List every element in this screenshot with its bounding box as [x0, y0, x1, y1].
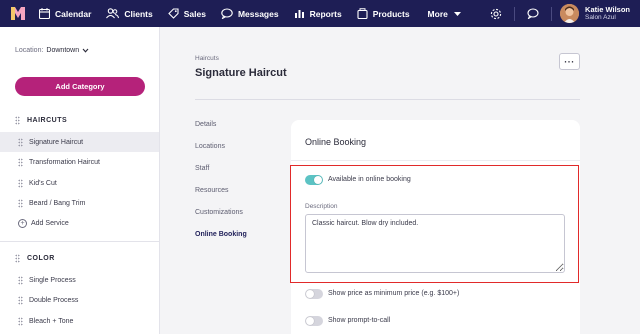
box-icon	[357, 8, 368, 19]
gear-icon	[490, 8, 502, 19]
service-item-single-process[interactable]: Single Process	[0, 270, 159, 290]
location-value: Downtown	[46, 47, 80, 54]
available-online-label: Available in online booking	[328, 176, 411, 183]
category-header-haircuts[interactable]: HAIRCUTS	[15, 116, 67, 125]
user-org: Salon Azul	[585, 14, 616, 21]
plus-circle-icon: +	[18, 219, 27, 228]
nav-products[interactable]: Products	[357, 8, 410, 19]
tag-icon	[167, 8, 179, 19]
subnav-staff[interactable]: Staff	[195, 165, 209, 172]
top-nav: Calendar Clients Sales Messages Reports …	[0, 0, 640, 27]
service-item-transformation-haircut[interactable]: Transformation Haircut	[0, 152, 159, 172]
nav-reports[interactable]: Reports	[294, 8, 342, 19]
drag-handle-icon[interactable]	[18, 178, 23, 188]
drag-handle-icon[interactable]	[18, 275, 23, 285]
category-name: COLOR	[27, 255, 55, 262]
available-online-toggle[interactable]	[305, 175, 323, 185]
drag-handle-icon[interactable]	[15, 116, 20, 125]
clients-icon	[106, 8, 120, 19]
nav-more-menu[interactable]: More	[428, 9, 462, 19]
toggle-knob	[314, 176, 322, 184]
nav-separator	[514, 6, 516, 21]
nav-more-label: More	[427, 8, 448, 19]
service-name: Kid's Cut	[29, 179, 57, 187]
nav-separator	[551, 6, 553, 21]
page-title: Signature Haircut	[195, 67, 287, 79]
chat-button[interactable]	[523, 0, 543, 27]
card-divider	[291, 160, 580, 161]
drag-handle-icon[interactable]	[18, 137, 23, 147]
toggle-knob	[306, 290, 314, 298]
subnav-resources[interactable]: Resources	[195, 187, 228, 194]
add-service-link[interactable]: + Add Service	[18, 219, 69, 228]
service-sidebar: Location: Downtown Add Category HAIRCUTS…	[0, 27, 160, 334]
drag-handle-icon[interactable]	[18, 198, 23, 208]
service-name: Double Process	[29, 296, 79, 304]
nav-clients-label: Clients	[124, 8, 153, 19]
location-selector[interactable]: Location: Downtown	[15, 47, 89, 54]
subnav-online-booking[interactable]: Online Booking	[195, 231, 247, 238]
user-menu[interactable]: Katie Wilson Salon Azul	[585, 5, 630, 22]
description-field[interactable]: Classic haircut. Blow dry included.	[305, 214, 565, 273]
nav-products-label: Products	[372, 8, 410, 19]
breadcrumb[interactable]: Haircuts	[195, 55, 219, 62]
drag-handle-icon[interactable]	[15, 254, 20, 263]
service-item-signature-haircut[interactable]: Signature Haircut	[0, 132, 159, 152]
category-header-color[interactable]: COLOR	[15, 254, 55, 263]
nav-sales-label: Sales	[183, 8, 206, 19]
chart-icon	[294, 10, 304, 18]
min-price-label: Show price as minimum price (e.g. $100+)	[328, 290, 460, 297]
category-name: HAIRCUTS	[27, 117, 68, 124]
description-label: Description	[305, 203, 338, 210]
user-photo-icon	[560, 4, 580, 23]
nav-right: Katie Wilson Salon Azul	[486, 0, 640, 27]
min-price-toggle[interactable]	[305, 289, 323, 299]
nav-messages-label: Messages	[237, 8, 279, 19]
header-divider	[195, 99, 580, 100]
user-name: Katie Wilson	[585, 5, 630, 14]
service-name: Signature Haircut	[29, 138, 84, 146]
toggle-knob	[306, 317, 314, 325]
nav-clients[interactable]: Clients	[106, 8, 153, 19]
service-name: Transformation Haircut	[29, 158, 100, 166]
calendar-icon	[39, 8, 50, 19]
nav-sales[interactable]: Sales	[167, 8, 206, 19]
card-title: Online Booking	[305, 137, 367, 147]
subnav-details[interactable]: Details	[195, 121, 216, 128]
nav-messages[interactable]: Messages	[221, 8, 279, 19]
logo-icon[interactable]	[11, 7, 25, 21]
nav-calendar[interactable]: Calendar	[39, 8, 91, 19]
service-name: Single Process	[29, 276, 76, 284]
settings-button[interactable]	[486, 0, 506, 27]
service-name: Beard / Bang Trim	[29, 199, 86, 207]
drag-handle-icon[interactable]	[18, 295, 23, 305]
caret-down-icon	[453, 11, 461, 16]
service-item-double-process[interactable]: Double Process	[0, 290, 159, 310]
service-item-kids-cut[interactable]: Kid's Cut	[0, 173, 159, 193]
drag-handle-icon[interactable]	[18, 316, 23, 326]
more-options-button[interactable]: ···	[559, 53, 580, 70]
drag-handle-icon[interactable]	[18, 157, 23, 167]
category-divider	[0, 241, 160, 242]
subnav-locations[interactable]: Locations	[195, 143, 225, 150]
speech-bubble-icon	[527, 8, 539, 19]
nav-calendar-label: Calendar	[55, 8, 92, 19]
prompt-to-call-label: Show prompt-to-call	[328, 317, 391, 324]
add-service-label: Add Service	[31, 220, 69, 227]
chat-icon	[221, 8, 233, 19]
location-label: Location:	[15, 47, 44, 54]
add-category-button[interactable]: Add Category	[15, 77, 145, 96]
service-item-bleach-tone[interactable]: Bleach + Tone	[0, 311, 159, 331]
avatar[interactable]	[560, 4, 580, 23]
prompt-to-call-toggle[interactable]	[305, 316, 323, 326]
chevron-down-icon	[82, 48, 89, 53]
service-name: Bleach + Tone	[29, 317, 74, 325]
service-item-beard-bang-trim[interactable]: Beard / Bang Trim	[0, 193, 159, 213]
subnav-customizations[interactable]: Customizations	[195, 209, 243, 216]
nav-reports-label: Reports	[309, 8, 342, 19]
